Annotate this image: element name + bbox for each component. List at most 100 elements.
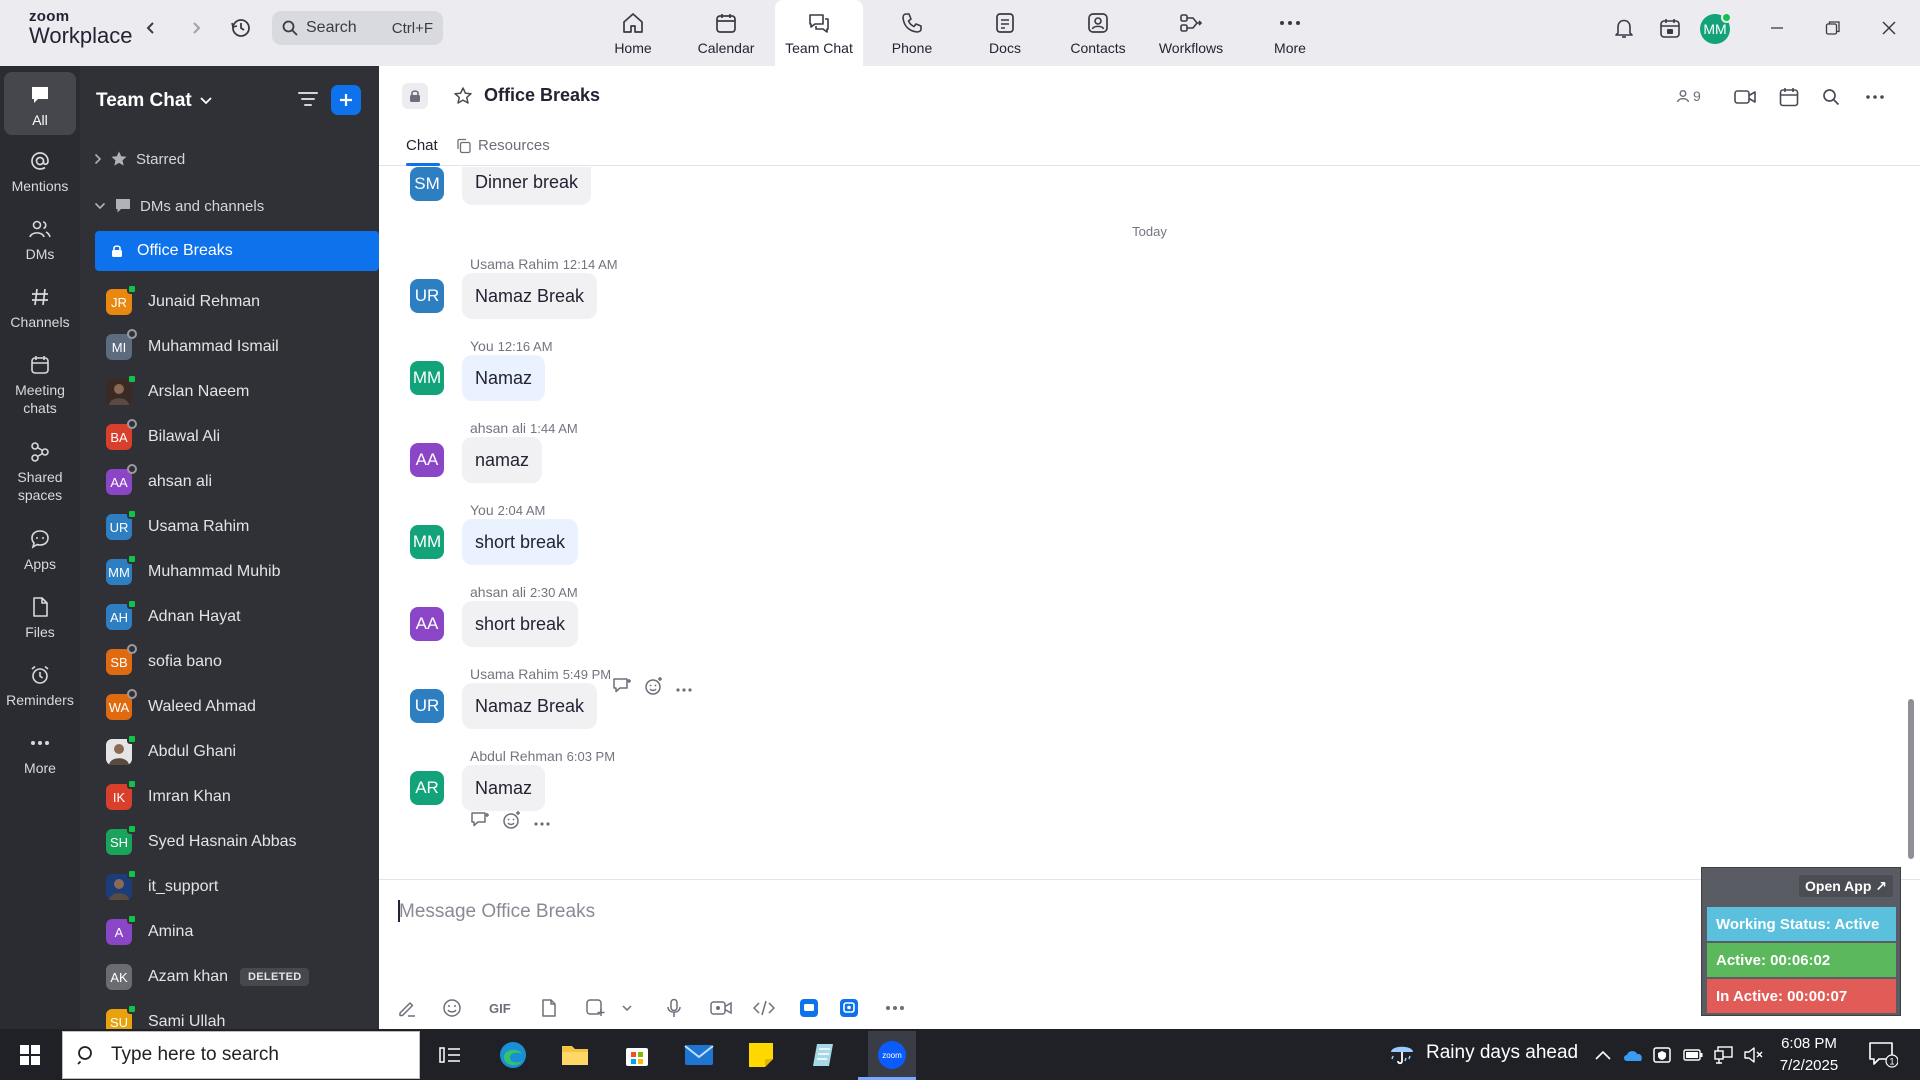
members-button[interactable]: 9	[1676, 88, 1701, 104]
message-bubble[interactable]: Namaz Break	[462, 273, 598, 319]
message-avatar[interactable]: AA	[410, 607, 444, 641]
message-avatar[interactable]: SM	[410, 167, 444, 201]
message-sender[interactable]: Abdul Rehman	[470, 748, 563, 764]
screenshot-button[interactable]	[585, 997, 605, 1019]
video-message-button[interactable]	[710, 997, 732, 1019]
gif-button[interactable]: GIF	[489, 997, 511, 1019]
message-sender[interactable]: You	[470, 502, 494, 518]
rail-item-dms[interactable]: DMs	[0, 216, 80, 263]
show-hidden-icons-button[interactable]	[1592, 1044, 1614, 1066]
sidebar-contact-item[interactable]: AA ahsan ali	[106, 464, 212, 499]
rail-item-more[interactable]: More	[0, 730, 80, 777]
voice-message-button[interactable]	[666, 997, 682, 1019]
code-snippet-button[interactable]	[753, 997, 775, 1019]
new-chat-button[interactable]	[331, 85, 361, 115]
sidebar-contact-item[interactable]: it_support	[106, 869, 218, 904]
more-message-options-button[interactable]	[534, 814, 550, 832]
zoom-app-button[interactable]: zoom	[868, 1031, 916, 1079]
tab-resources[interactable]: Resources	[456, 137, 550, 154]
scheduler-button[interactable]	[1656, 14, 1684, 42]
mail-button[interactable]	[682, 1038, 716, 1072]
message-avatar[interactable]: UR	[410, 279, 444, 313]
taskbar-search-input[interactable]: Type here to search	[62, 1031, 420, 1079]
dms-channels-section[interactable]: DMs and channels	[94, 194, 264, 218]
sidebar-contact-item[interactable]: AH Adnan Hayat	[106, 599, 241, 634]
attach-file-button[interactable]	[540, 997, 558, 1019]
tab-home[interactable]: Home	[589, 0, 677, 66]
message-sender[interactable]: You	[470, 338, 494, 354]
message-bubble[interactable]: Dinner break	[462, 167, 592, 205]
file-explorer-button[interactable]	[558, 1038, 592, 1072]
onedrive-tray-button[interactable]	[1622, 1044, 1644, 1066]
more-message-options-button[interactable]	[676, 680, 692, 698]
tab-calendar[interactable]: Calendar	[682, 0, 770, 66]
message-sender[interactable]: ahsan ali	[470, 420, 526, 436]
app-integration-button[interactable]	[799, 997, 819, 1019]
format-text-button[interactable]	[397, 997, 417, 1019]
sidebar-contact-item[interactable]: AK Azam khan DELETED	[106, 960, 310, 994]
back-button[interactable]	[137, 14, 165, 42]
task-view-button[interactable]	[433, 1038, 467, 1072]
message-scrollbar[interactable]	[1908, 699, 1914, 859]
message-bubble[interactable]: Namaz Break	[462, 683, 598, 729]
message-avatar[interactable]: MM	[410, 361, 444, 395]
tab-workflows[interactable]: Workflows	[1147, 0, 1235, 66]
network-tray-button[interactable]	[1713, 1044, 1735, 1066]
sidebar-contact-item[interactable]: IK Imran Khan	[106, 779, 231, 814]
notifications-button[interactable]	[1610, 14, 1638, 42]
sidebar-contact-item[interactable]: MM Muhammad Muhib	[106, 554, 281, 589]
rail-item-mentions[interactable]: Mentions	[0, 148, 80, 195]
sidebar-contact-item[interactable]: A Amina	[106, 914, 193, 949]
app-integration-button-2[interactable]	[839, 997, 859, 1019]
message-sender[interactable]: Usama Rahim	[470, 666, 559, 682]
history-button[interactable]	[227, 14, 255, 42]
sidebar-contact-item[interactable]: BA Bilawal Ali	[106, 419, 220, 454]
message-avatar[interactable]: AR	[410, 771, 444, 805]
tab-contacts[interactable]: Contacts	[1054, 0, 1142, 66]
security-tray-button[interactable]	[1651, 1044, 1673, 1066]
video-call-button[interactable]	[1733, 85, 1757, 109]
weather-widget[interactable]: Rainy days ahead	[1388, 1039, 1578, 1067]
channel-options-button[interactable]	[1863, 85, 1887, 109]
message-sender[interactable]: Usama Rahim	[470, 256, 559, 272]
user-avatar[interactable]: MM	[1700, 12, 1732, 44]
sidebar-contact-item[interactable]: SU Sami Ullah	[106, 1004, 225, 1029]
rail-item-channels[interactable]: Channels	[0, 284, 80, 331]
battery-tray-button[interactable]	[1682, 1044, 1704, 1066]
reply-thread-button[interactable]	[470, 811, 490, 834]
more-composer-options-button[interactable]	[885, 997, 905, 1019]
sidebar-contact-item[interactable]: Abdul Ghani	[106, 734, 236, 769]
star-channel-button[interactable]	[453, 86, 473, 111]
sidebar-contact-item[interactable]: UR Usama Rahim	[106, 509, 249, 544]
message-bubble[interactable]: Namaz	[462, 355, 546, 401]
message-avatar[interactable]: AA	[410, 443, 444, 477]
open-app-button[interactable]: Open App ↗	[1799, 875, 1893, 897]
forward-button[interactable]	[182, 14, 210, 42]
rail-item-apps[interactable]: Apps	[0, 526, 80, 573]
sidebar-contact-item[interactable]: SH Syed Hasnain Abbas	[106, 824, 297, 859]
sidebar-item-office-breaks[interactable]: Office Breaks	[95, 231, 379, 271]
sidebar-contact-item[interactable]: JR Junaid Rehman	[106, 284, 260, 319]
sticky-notes-button[interactable]	[744, 1038, 778, 1072]
notification-center-button[interactable]: 1	[1868, 1040, 1899, 1073]
message-bubble[interactable]: short break	[462, 519, 579, 565]
sidebar-contact-item[interactable]: Arslan Naeem	[106, 374, 249, 409]
rail-item-shared-spaces[interactable]: Shared spaces	[0, 439, 80, 504]
message-avatar[interactable]: MM	[410, 525, 444, 559]
store-button[interactable]	[620, 1038, 654, 1072]
rail-item-meeting-chats[interactable]: Meeting chats	[0, 352, 80, 417]
message-list[interactable]: SM Dinner break Today Usama Rahim 12:14 A…	[379, 167, 1920, 877]
volume-tray-button[interactable]	[1742, 1044, 1764, 1066]
tab-docs[interactable]: Docs	[961, 0, 1049, 66]
tab-chat[interactable]: Chat	[406, 137, 438, 154]
message-input[interactable]	[399, 894, 1449, 930]
edge-browser-button[interactable]	[496, 1038, 530, 1072]
sidebar-contact-item[interactable]: WA Waleed Ahmad	[106, 689, 256, 724]
sidebar-contact-item[interactable]: SB sofia bano	[106, 644, 222, 679]
message-bubble[interactable]: Namaz	[462, 765, 546, 811]
sidebar-title-dropdown[interactable]: Team Chat	[96, 90, 212, 112]
start-button[interactable]	[13, 1038, 47, 1072]
add-reaction-button[interactable]	[502, 810, 522, 835]
tab-phone[interactable]: Phone	[868, 0, 956, 66]
rail-item-files[interactable]: Files	[0, 594, 80, 641]
